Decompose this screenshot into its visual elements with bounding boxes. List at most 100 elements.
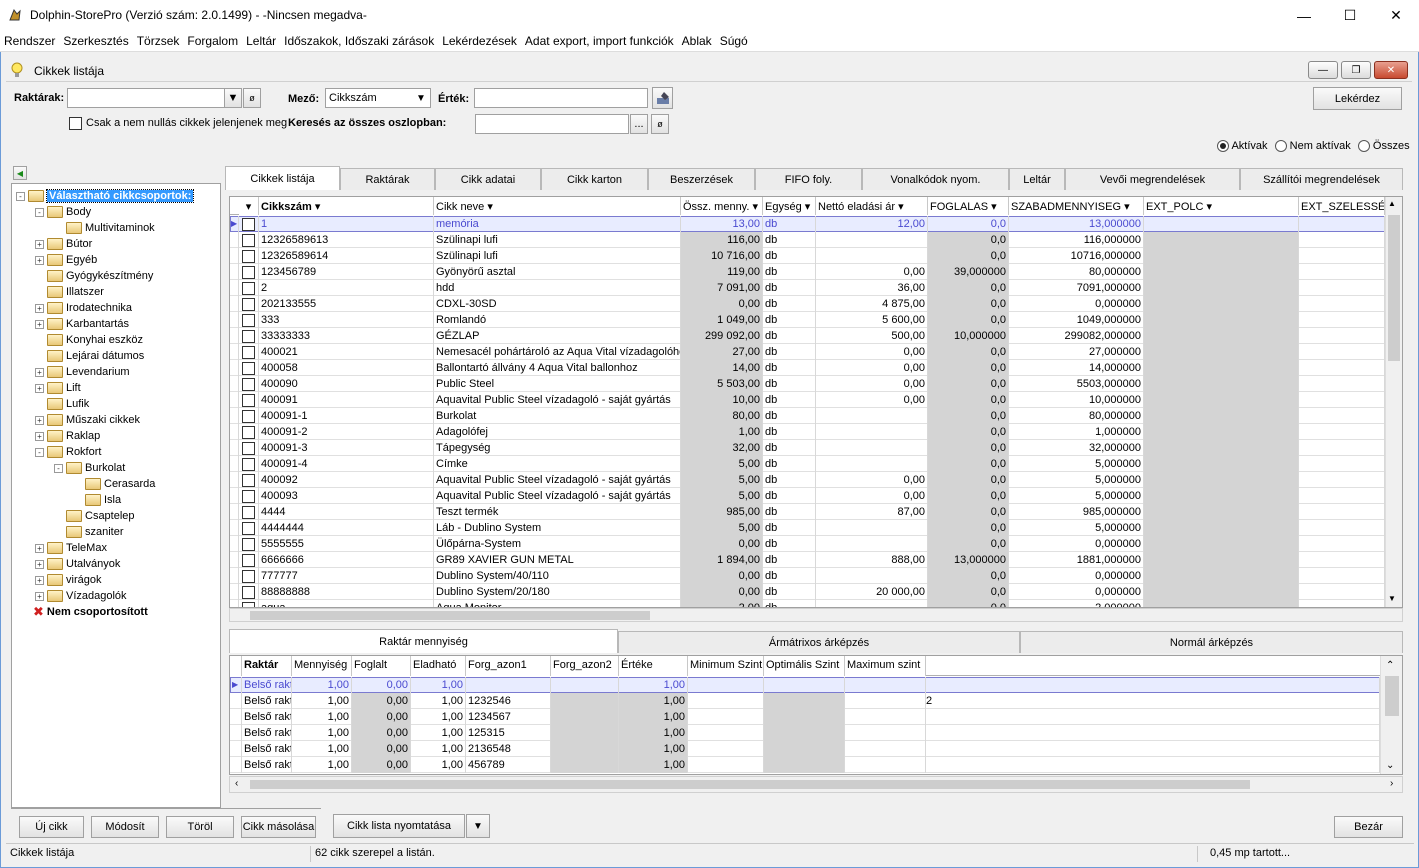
sort-chevron-icon[interactable]: ▾ xyxy=(988,201,997,213)
row-checkbox-cell[interactable] xyxy=(239,248,259,264)
tree-collapse-icon[interactable]: - xyxy=(35,447,44,457)
tree-item[interactable]: + virágok xyxy=(35,572,101,588)
scroll-up-icon[interactable]: ▲ xyxy=(1388,199,1396,208)
stock-scroll-up-icon[interactable]: ⌃ xyxy=(1386,660,1394,671)
tree-item[interactable]: Lufik xyxy=(35,396,89,412)
tab-7[interactable]: Leltár xyxy=(1009,168,1065,190)
column-header[interactable]: EXT_POLC ▾ xyxy=(1144,197,1299,215)
row-checkbox[interactable] xyxy=(242,234,255,247)
tree-item[interactable]: + Utalványok xyxy=(35,556,120,572)
child-restore-icon[interactable]: ❐ xyxy=(1341,61,1371,79)
row-checkbox[interactable] xyxy=(242,346,255,359)
row-checkbox[interactable] xyxy=(242,522,255,535)
row-checkbox[interactable] xyxy=(242,570,255,583)
tab-5[interactable]: FIFO foly. xyxy=(755,168,862,190)
minimize-icon[interactable]: — xyxy=(1281,0,1327,31)
stock-column-header[interactable]: Maximum szint xyxy=(845,656,926,676)
tree-item[interactable]: Isla xyxy=(73,492,121,508)
tab-1[interactable]: Raktárak xyxy=(340,168,435,190)
table-row[interactable]: 6666666 GR89 XAVIER GUN METAL 1 894,00 db 88… xyxy=(230,552,1385,568)
bottom-tab-1[interactable]: Ármátrixos árképzés xyxy=(618,631,1020,653)
table-row[interactable]: 12326589613 Szülinapi lufi 116,00 db 0,0 116,… xyxy=(230,232,1385,248)
row-checkbox[interactable] xyxy=(242,314,255,327)
sort-chevron-icon[interactable]: ▾ xyxy=(895,201,904,213)
collapse-panel-icon[interactable]: ◀ xyxy=(13,166,27,180)
row-checkbox-cell[interactable] xyxy=(239,536,259,552)
tree-item[interactable]: Lejárai dátumos xyxy=(35,348,144,364)
row-checkbox[interactable] xyxy=(242,426,255,439)
tree-item[interactable]: Cerasarda xyxy=(73,476,155,492)
tree-item[interactable]: Multivitaminok xyxy=(54,220,155,236)
column-header[interactable]: Egység ▾ xyxy=(763,197,816,215)
sort-chevron-icon[interactable]: ▾ xyxy=(1121,201,1130,213)
column-header[interactable]: SZABADMENNYISEG ▾ xyxy=(1009,197,1144,215)
tree-item[interactable]: - Rokfort xyxy=(35,444,101,460)
menu-szerkesztes[interactable]: Szerkesztés xyxy=(59,31,132,48)
tree-collapse-icon[interactable]: - xyxy=(54,463,63,473)
table-row[interactable]: 400021 Nemesacél pohártároló az Aqua Vita… xyxy=(230,344,1385,360)
kereses-clear-icon[interactable]: ø xyxy=(651,114,669,134)
table-row[interactable]: 400092 Aquavital Public Steel vízadagoló … xyxy=(230,472,1385,488)
tree-expand-icon[interactable]: + xyxy=(35,383,44,393)
table-row[interactable]: 400091-1 Burkolat 80,00 db 0,0 80,000000 xyxy=(230,408,1385,424)
tree-expand-icon[interactable]: + xyxy=(35,431,44,441)
tree-item[interactable]: + Vízadagolók xyxy=(35,588,127,604)
sort-chevron-icon[interactable]: ▾ xyxy=(749,201,758,213)
tree-item[interactable]: szaniter xyxy=(54,524,124,540)
tree-expand-icon[interactable]: + xyxy=(35,255,44,265)
row-checkbox[interactable] xyxy=(242,410,255,423)
menu-idoszakok[interactable]: Időszakok, Időszaki zárások xyxy=(280,31,438,48)
close-button[interactable]: Bezár xyxy=(1334,816,1403,838)
row-checkbox-cell[interactable] xyxy=(239,392,259,408)
tree-expand-icon[interactable]: + xyxy=(35,559,44,569)
close-icon[interactable]: ✕ xyxy=(1373,0,1419,31)
hscroll-left-icon[interactable]: ‹ xyxy=(235,778,238,789)
table-row[interactable]: 777777 Dublino System/40/110 0,00 db 0,0 0,00… xyxy=(230,568,1385,584)
row-checkbox[interactable] xyxy=(242,538,255,551)
tree-root[interactable]: - Választható cikkcsoportok: xyxy=(16,188,195,204)
tree-expand-icon[interactable]: + xyxy=(35,415,44,425)
stock-scroll-down-icon[interactable]: ⌄ xyxy=(1386,760,1394,771)
child-close-icon[interactable]: ✕ xyxy=(1374,61,1408,79)
menu-rendszer[interactable]: Rendszer xyxy=(0,31,59,48)
raktarak-dropdown-icon[interactable]: ▼ xyxy=(224,88,242,108)
row-checkbox-cell[interactable] xyxy=(239,568,259,584)
sort-chevron-icon[interactable]: ▾ xyxy=(484,201,493,213)
tree-item[interactable]: + Irodatechnika xyxy=(35,300,132,316)
menu-ablak[interactable]: Ablak xyxy=(678,31,716,48)
stock-row[interactable]: Belső rakt 1,00 0,00 1,00 1232546 1,00 2 xyxy=(230,693,1380,709)
bottom-tab-0[interactable]: Raktár mennyiség xyxy=(229,629,618,653)
stock-grid-scrollbar[interactable]: ⌃ ⌄ xyxy=(1380,656,1402,774)
scroll-down-icon[interactable]: ▼ xyxy=(1388,594,1396,603)
tree-item[interactable]: + Lift xyxy=(35,380,81,396)
stock-column-header[interactable]: Értéke xyxy=(619,656,688,676)
tree-item[interactable]: + Műszaki cikkek xyxy=(35,412,140,428)
scroll-thumb[interactable] xyxy=(1388,215,1400,361)
radio-nem-aktivak[interactable] xyxy=(1274,140,1287,153)
stock-column-header[interactable]: Eladható xyxy=(411,656,466,676)
query-button[interactable]: Lekérdez xyxy=(1313,87,1402,110)
row-checkbox[interactable] xyxy=(242,506,255,519)
tree-expand-icon[interactable]: + xyxy=(35,543,44,553)
modify-button[interactable]: Módosít xyxy=(91,816,159,838)
row-checkbox-cell[interactable] xyxy=(239,360,259,376)
sort-chevron-icon[interactable]: ▾ xyxy=(1203,201,1213,213)
row-checkbox-cell[interactable] xyxy=(239,552,259,568)
stock-hscroll-thumb[interactable] xyxy=(250,780,1250,789)
row-checkbox-cell[interactable] xyxy=(239,264,259,280)
copy-item-button[interactable]: Cikk másolása xyxy=(241,816,316,838)
table-row[interactable]: 400058 Ballontartó állvány 4 Aqua Vital b… xyxy=(230,360,1385,376)
row-checkbox[interactable] xyxy=(242,442,255,455)
tree-item[interactable]: + Bútor xyxy=(35,236,92,252)
row-checkbox[interactable] xyxy=(242,362,255,375)
nonzero-checkbox[interactable] xyxy=(69,117,82,133)
items-grid-scrollbar[interactable]: ▲ ▼ xyxy=(1385,197,1402,607)
stock-row[interactable]: Belső rakt 1,00 0,00 1,00 2136548 1,00 xyxy=(230,741,1380,757)
row-checkbox[interactable] xyxy=(242,378,255,391)
tree-item[interactable]: + Karbantartás xyxy=(35,316,129,332)
table-row[interactable]: 400090 Public Steel 5 503,00 db 0,00 0,0 5503,… xyxy=(230,376,1385,392)
menu-leltar[interactable]: Leltár xyxy=(242,31,280,48)
header-dropdown-icon[interactable]: ▾ xyxy=(239,197,259,215)
row-checkbox[interactable] xyxy=(242,250,255,263)
row-checkbox-cell[interactable] xyxy=(239,312,259,328)
